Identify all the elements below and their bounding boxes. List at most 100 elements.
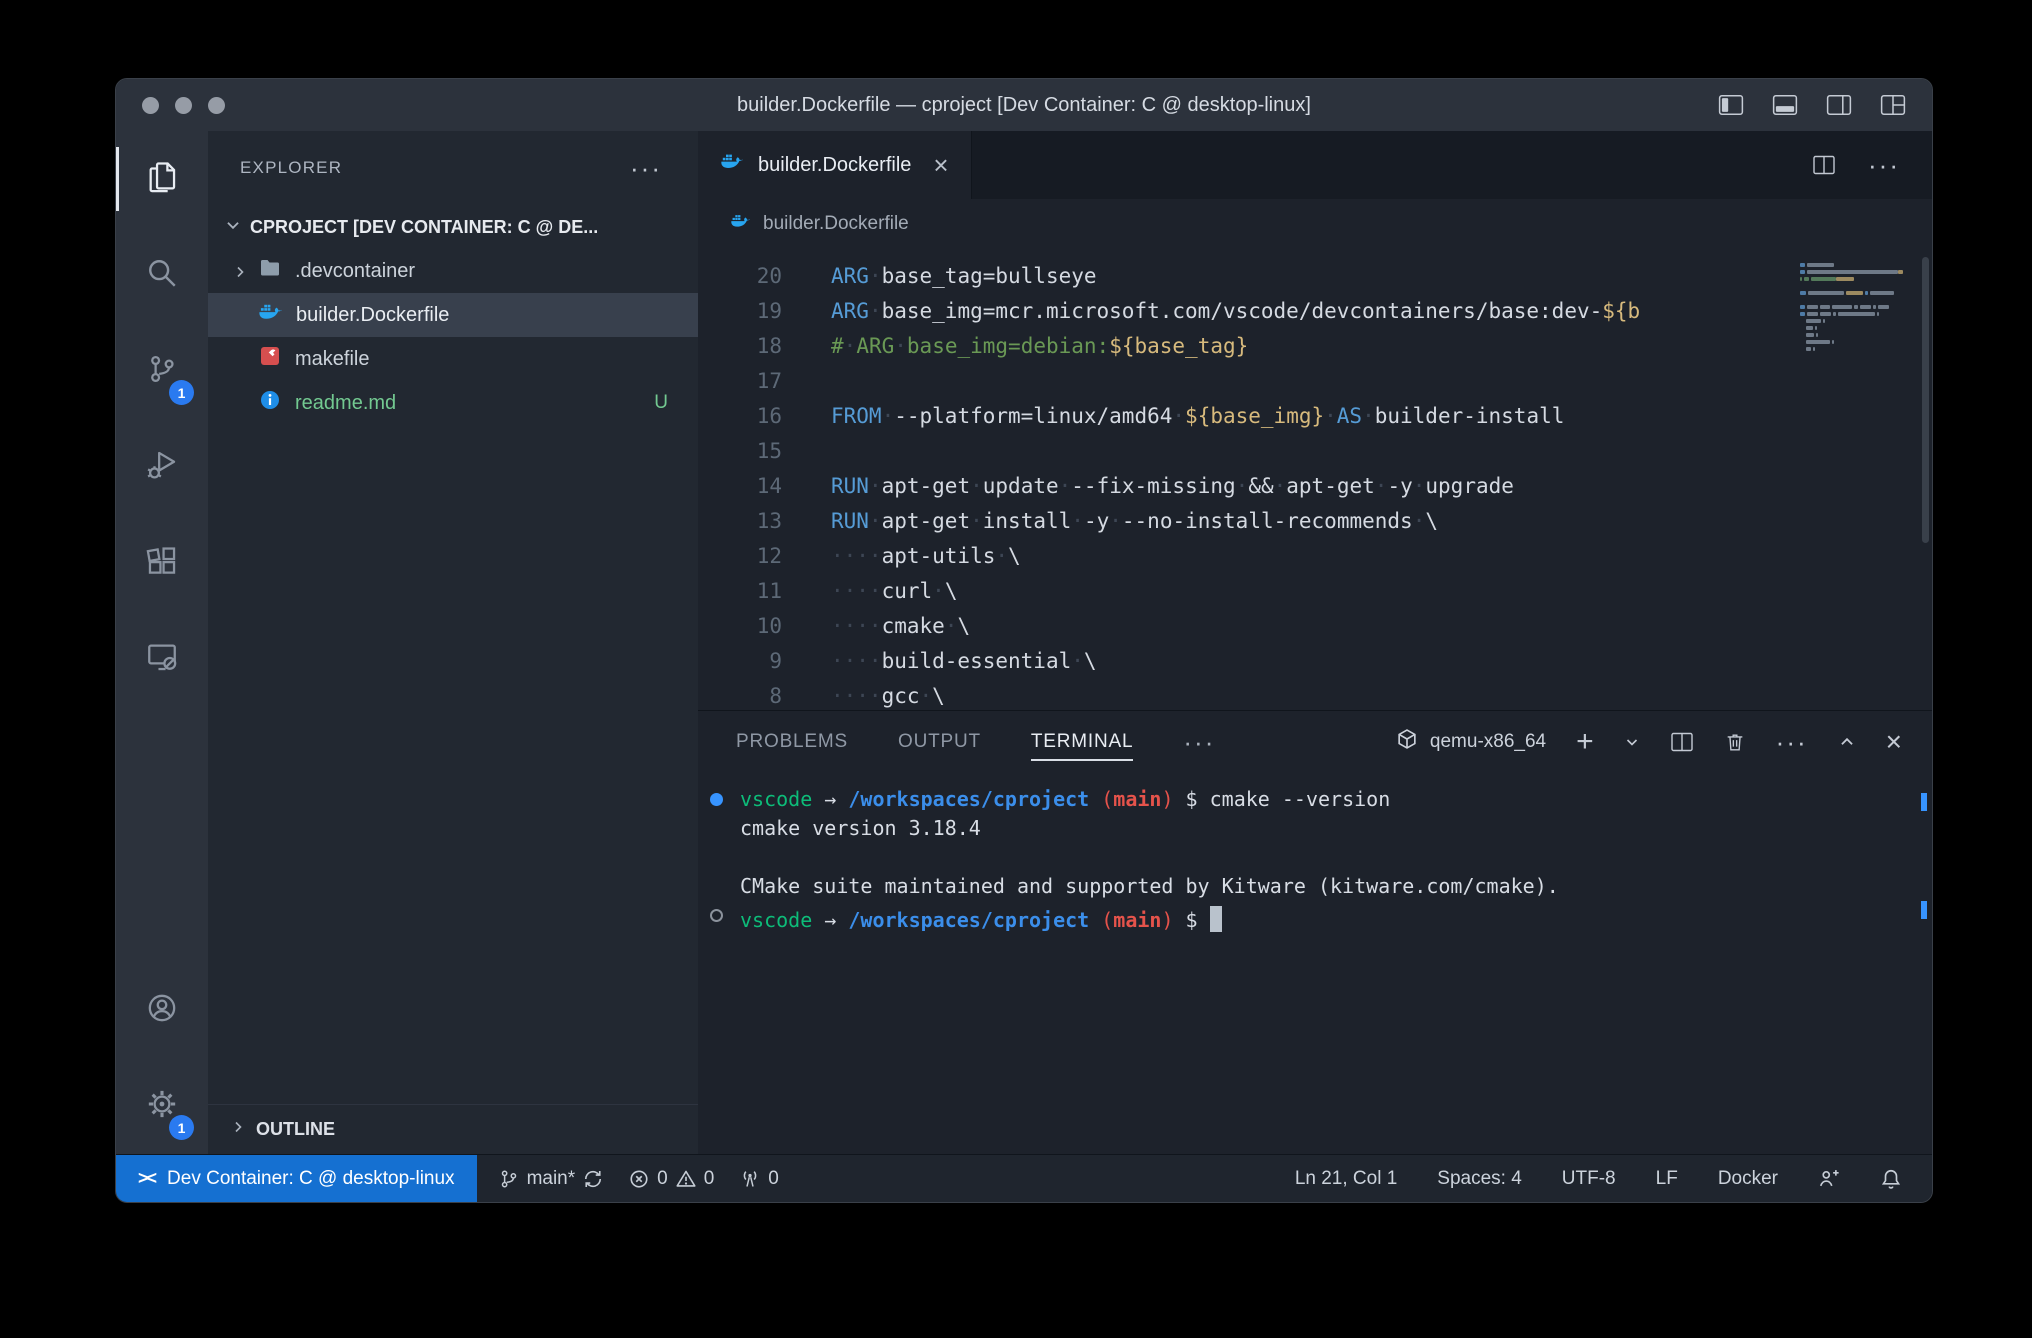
activity-explorer-button[interactable] [116, 131, 208, 227]
editor-more-actions-icon[interactable]: ··· [1868, 152, 1900, 178]
info-icon [258, 388, 282, 418]
remote-indicator[interactable]: >< Dev Container: C @ desktop-linux [116, 1155, 477, 1202]
terminal-line: CMake suite maintained and supported by … [698, 872, 1932, 901]
chevron-down-icon [224, 216, 242, 239]
tab-builder-dockerfile[interactable]: builder.Dockerfile × [698, 131, 972, 199]
zoom-window-button[interactable] [208, 97, 225, 114]
tab-terminal[interactable]: TERMINAL [1031, 711, 1133, 773]
extensions-icon [145, 544, 179, 583]
code-line[interactable]: 18#·ARG·base_img=debian:${base_tag} [698, 329, 1932, 364]
ports-status[interactable]: 0 [740, 1168, 779, 1190]
terminal[interactable]: vscode → /workspaces/cproject (main) $ c… [698, 773, 1932, 1154]
terminal-actions: qemu-x86_64 + ··· × [1396, 727, 1902, 757]
activity-accounts-button[interactable] [116, 962, 208, 1058]
folder-icon [258, 256, 282, 286]
close-window-button[interactable] [142, 97, 159, 114]
new-terminal-icon[interactable]: + [1576, 727, 1594, 757]
explorer-section-header[interactable]: CPROJECT [DEV CONTAINER: C @ DE... [208, 205, 698, 249]
code-line[interactable]: 12····apt-utils·\ [698, 539, 1932, 574]
file-label: builder.Dockerfile [296, 304, 449, 327]
maximize-panel-icon[interactable] [1838, 733, 1856, 751]
minimap[interactable] [1800, 263, 1910, 354]
indentation[interactable]: Spaces: 4 [1437, 1168, 1522, 1190]
code-line[interactable]: 13RUN·apt-get·install·-y·--no-install-re… [698, 504, 1932, 539]
editor-code[interactable]: 20ARG·base_tag=bullseye19ARG·base_img=mc… [698, 249, 1932, 710]
bottom-panel: PROBLEMS OUTPUT TERMINAL ··· qemu-x86_64… [698, 710, 1932, 1154]
activity-remote-explorer-button[interactable] [116, 611, 208, 707]
remote-explorer-icon [145, 640, 179, 679]
git-status-badge: U [654, 392, 668, 414]
close-panel-icon[interactable]: × [1886, 728, 1902, 756]
branch-status[interactable]: main* [499, 1168, 604, 1190]
eol-sequence[interactable]: LF [1656, 1168, 1678, 1190]
code-line[interactable]: 10····cmake·\ [698, 609, 1932, 644]
toggle-primary-sidebar-icon[interactable] [1718, 94, 1744, 116]
panel-more-tabs-icon[interactable]: ··· [1183, 711, 1215, 773]
code-line[interactable]: 17 [698, 364, 1932, 399]
problems-status[interactable]: 0 0 [629, 1168, 714, 1190]
toggle-panel-icon[interactable] [1772, 94, 1798, 116]
code-line[interactable]: 14RUN·apt-get·update·--fix-missing·&&·ap… [698, 469, 1932, 504]
breadcrumb-label: builder.Dockerfile [763, 213, 909, 235]
docker-icon [720, 151, 744, 179]
run-debug-icon [145, 448, 179, 487]
terminal-line: cmake version 3.18.4 [698, 814, 1932, 843]
encoding[interactable]: UTF-8 [1562, 1168, 1616, 1190]
terminal-process-label: qemu-x86_64 [1430, 731, 1546, 753]
cursor-position[interactable]: Ln 21, Col 1 [1295, 1168, 1397, 1190]
file-label: readme.md [295, 392, 396, 415]
code-line[interactable]: 9····build-essential·\ [698, 644, 1932, 679]
code-line[interactable]: 15 [698, 434, 1932, 469]
outline-label: OUTLINE [256, 1119, 335, 1140]
editor-scrollbar[interactable] [1922, 257, 1929, 543]
customize-layout-icon[interactable] [1880, 94, 1906, 116]
outline-section-header[interactable]: OUTLINE [208, 1104, 698, 1154]
remote-icon: >< [138, 1168, 155, 1189]
split-terminal-icon[interactable] [1670, 731, 1694, 753]
panel-header: PROBLEMS OUTPUT TERMINAL ··· qemu-x86_64… [698, 711, 1932, 773]
terminal-profile-dropdown-icon[interactable] [1624, 734, 1640, 750]
activity-source-control-button[interactable]: 1 [116, 323, 208, 419]
files-icon [145, 160, 179, 199]
terminal-instance[interactable]: qemu-x86_64 [1396, 728, 1546, 756]
panel-more-actions-icon[interactable]: ··· [1776, 729, 1808, 755]
vscode-window: builder.Dockerfile — cproject [Dev Conta… [115, 78, 1933, 1203]
tree-item-makefile[interactable]: makefile [208, 337, 698, 381]
tree-item-devcontainer[interactable]: .devcontainer [208, 249, 698, 293]
editor-actions: ··· [1812, 131, 1932, 199]
explorer-more-actions-icon[interactable]: ··· [630, 153, 662, 184]
radio-tower-icon [740, 1169, 760, 1189]
code-line[interactable]: 20ARG·base_tag=bullseye [698, 259, 1932, 294]
status-left: main* 0 0 0 [477, 1155, 779, 1202]
status-right: Ln 21, Col 1 Spaces: 4 UTF-8 LF Docker [1295, 1155, 1932, 1202]
feedback-icon[interactable] [1818, 1168, 1840, 1190]
activity-run-debug-button[interactable] [116, 419, 208, 515]
activity-extensions-button[interactable] [116, 515, 208, 611]
toggle-secondary-sidebar-icon[interactable] [1826, 94, 1852, 116]
kill-terminal-icon[interactable] [1724, 731, 1746, 753]
activity-settings-button[interactable]: 1 [116, 1058, 208, 1154]
code-line[interactable]: 8····gcc·\ [698, 679, 1932, 710]
tab-label: builder.Dockerfile [758, 154, 911, 177]
tree-item-readme[interactable]: readme.md U [208, 381, 698, 425]
window-controls [142, 97, 225, 114]
code-line[interactable]: 16FROM·--platform=linux/amd64·${base_img… [698, 399, 1932, 434]
tab-output[interactable]: OUTPUT [898, 711, 981, 773]
tab-problems[interactable]: PROBLEMS [736, 711, 848, 773]
breadcrumb[interactable]: builder.Dockerfile [698, 199, 1932, 249]
sidebar-title: EXPLORER [240, 158, 342, 178]
code-line[interactable]: 11····curl·\ [698, 574, 1932, 609]
split-editor-icon[interactable] [1812, 154, 1836, 176]
code-line[interactable]: 19ARG·base_img=mcr.microsoft.com/vscode/… [698, 294, 1932, 329]
editor-tabs: builder.Dockerfile × ··· [698, 131, 1932, 199]
close-tab-icon[interactable]: × [933, 152, 948, 178]
ports-count: 0 [768, 1168, 779, 1190]
titlebar: builder.Dockerfile — cproject [Dev Conta… [116, 79, 1932, 131]
minimize-window-button[interactable] [175, 97, 192, 114]
tree-item-builder-dockerfile[interactable]: builder.Dockerfile [208, 293, 698, 337]
chevron-right-icon [232, 263, 248, 286]
notifications-bell-icon[interactable] [1880, 1168, 1902, 1190]
activity-search-button[interactable] [116, 227, 208, 323]
language-mode[interactable]: Docker [1718, 1168, 1778, 1190]
warnings-count: 0 [704, 1168, 715, 1190]
